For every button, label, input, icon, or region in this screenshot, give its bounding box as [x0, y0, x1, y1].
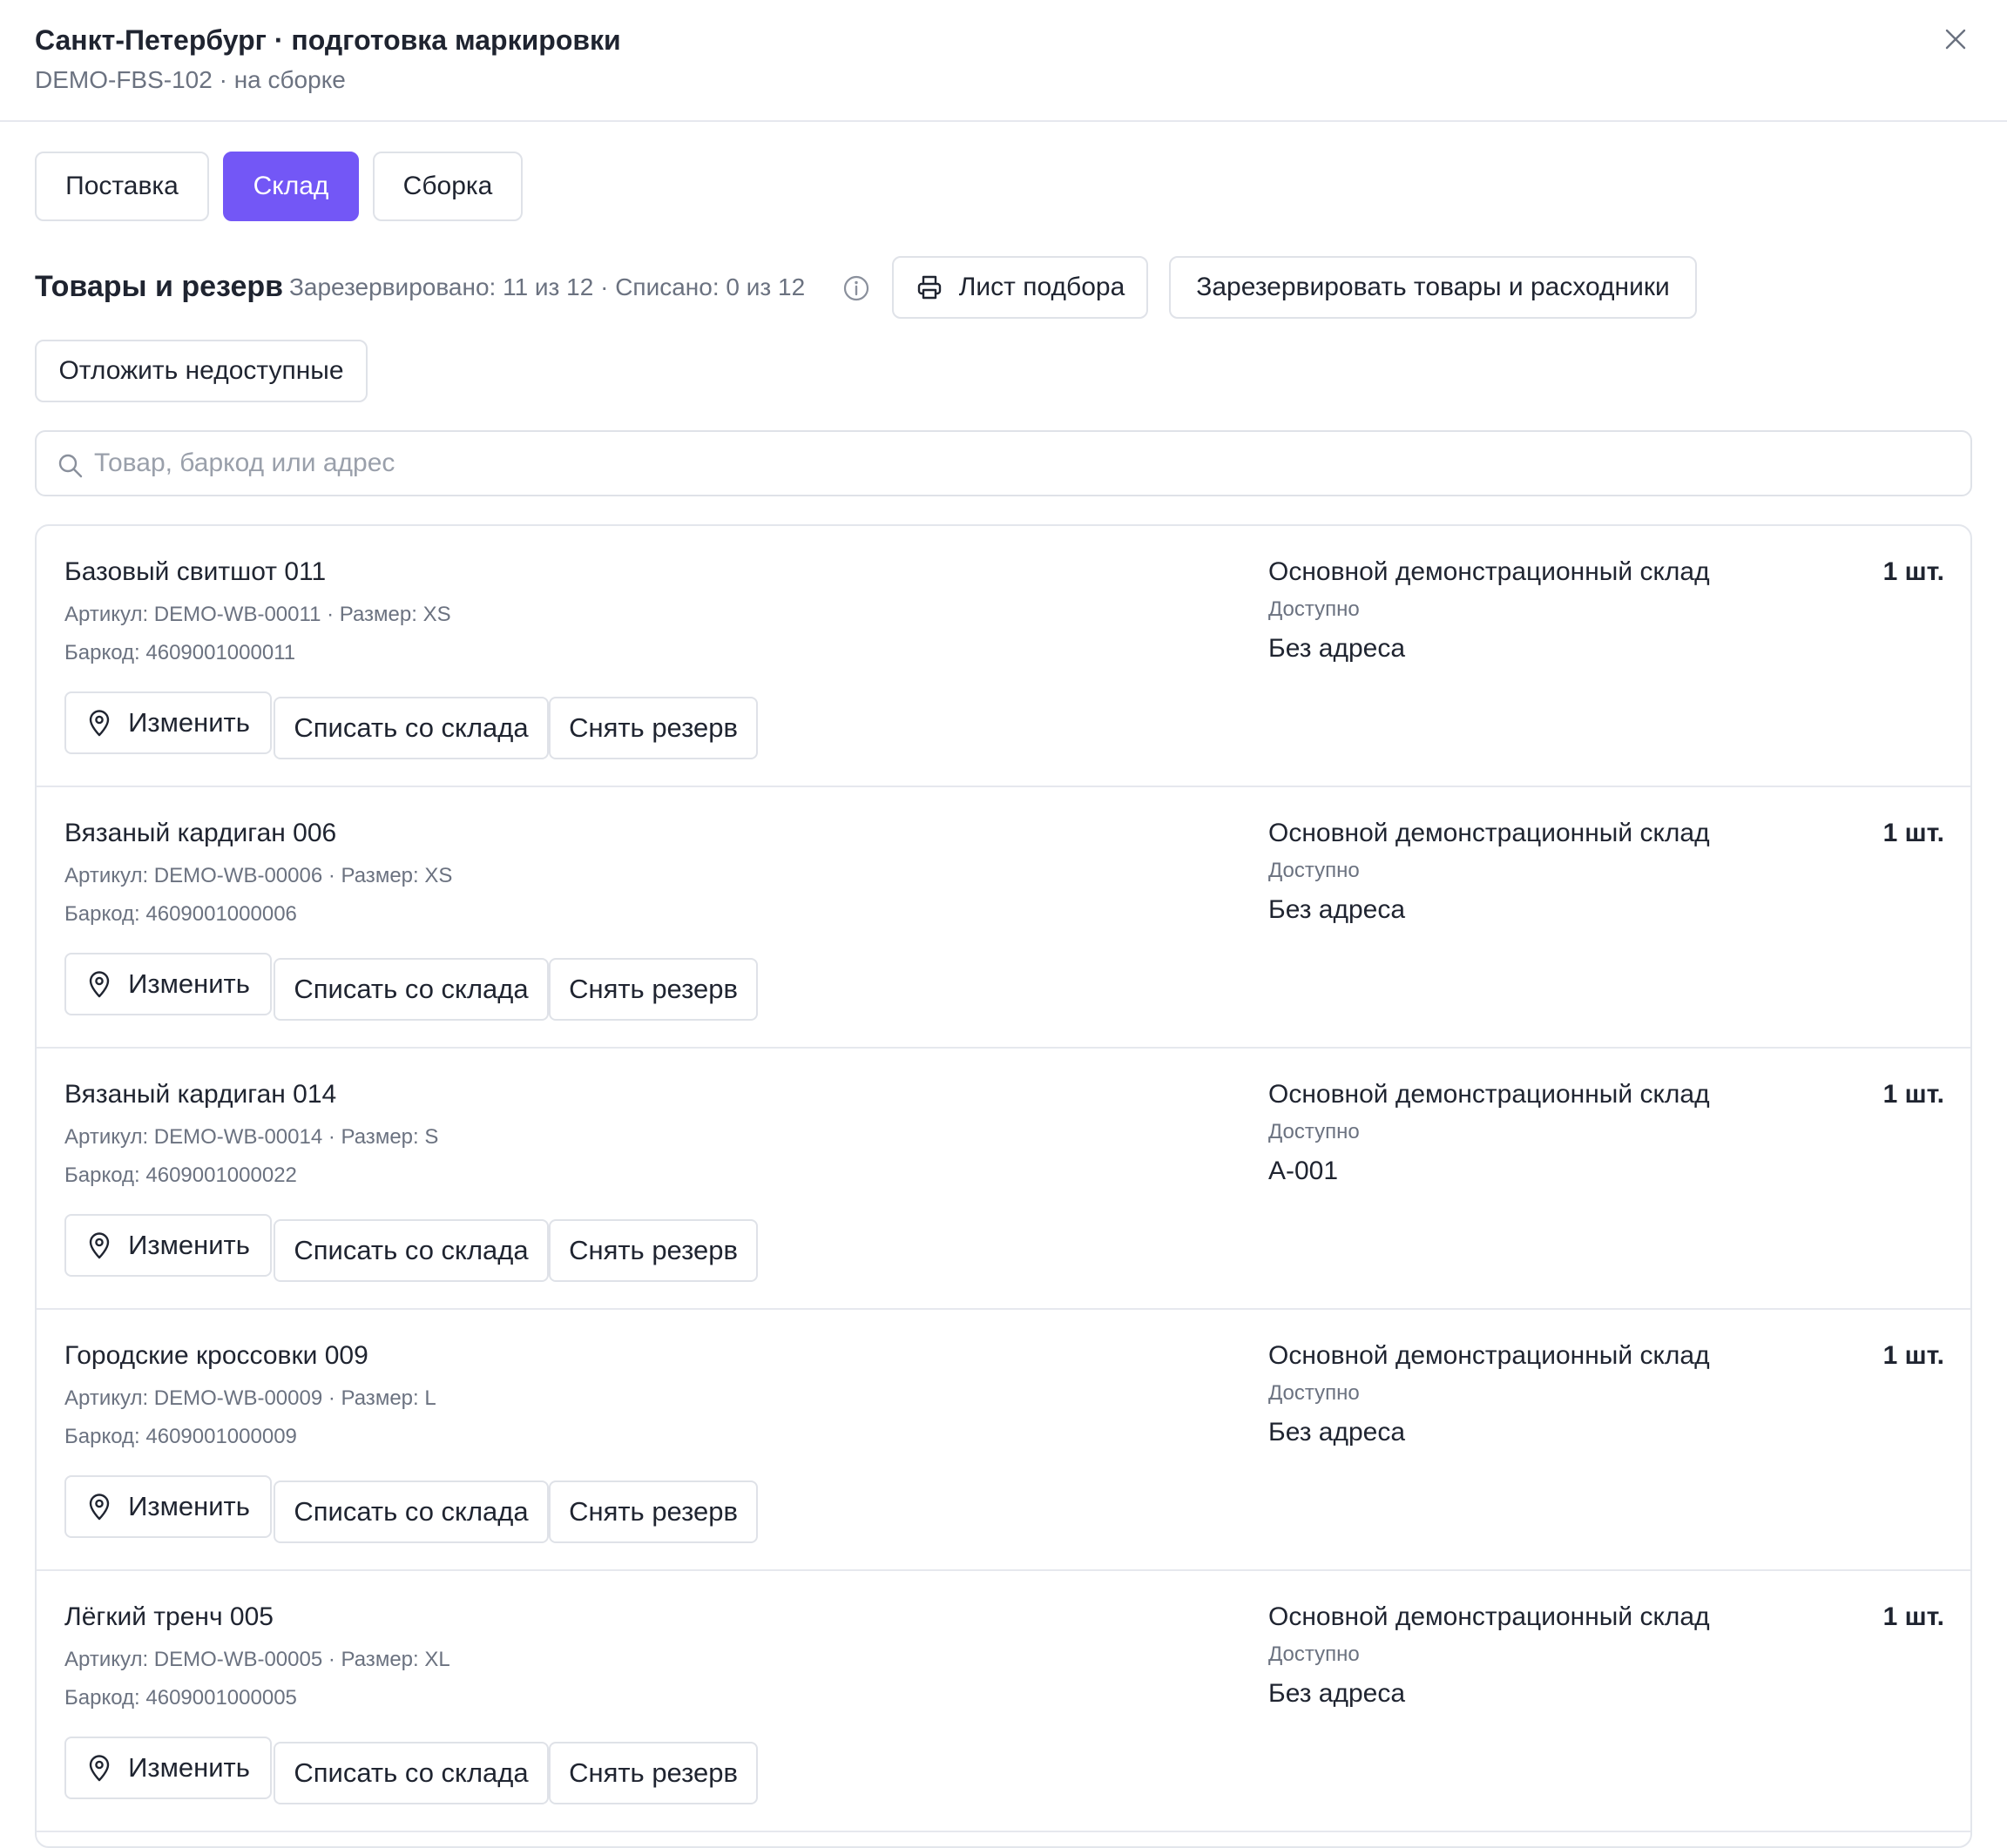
change-location-button[interactable]: Изменить [64, 1737, 272, 1799]
item-quantity: 1 шт. [1882, 1080, 1944, 1109]
item-quantity: 1 шт. [1882, 1602, 1944, 1631]
postpone-unavailable-button[interactable]: Отложить недоступные [35, 340, 368, 402]
write-off-button[interactable]: Списать со склада [274, 1742, 549, 1804]
change-location-button[interactable]: Изменить [64, 1475, 272, 1538]
availability-status: Доступно [1268, 859, 1360, 882]
change-location-button[interactable]: Изменить [64, 953, 272, 1015]
storage-address: Без адреса [1268, 1418, 1406, 1447]
item-name: Базовый свитшот 011 [64, 557, 327, 586]
map-pin-icon [89, 1755, 110, 1782]
storage-address: Без адреса [1268, 1679, 1406, 1708]
item-barcode: Баркод: 4609001000022 [64, 1163, 297, 1187]
item-barcode: Баркод: 4609001000005 [64, 1686, 297, 1710]
item-quantity: 1 шт. [1882, 819, 1944, 847]
search-input[interactable] [94, 432, 1923, 495]
item-article-size: Артикул: DEMO-WB-00011 · Размер: XS [64, 603, 451, 626]
warehouse-name: Основной демонстрационный склад [1268, 1080, 1710, 1109]
reserve-button[interactable]: Зарезервировать товары и расходники [1169, 256, 1697, 319]
pick-list-button[interactable]: Лист подбора [892, 256, 1148, 319]
change-label: Изменить [128, 1230, 250, 1260]
section-title: Товары и резерв [35, 270, 284, 303]
item-quantity: 1 шт. [1882, 1341, 1944, 1370]
change-location-button[interactable]: Изменить [64, 691, 272, 754]
list-item: Вязаный кардиган 006 Артикул: DEMO-WB-00… [37, 787, 1970, 1049]
printer-icon [917, 275, 941, 300]
warehouse-name: Основной демонстрационный склад [1268, 1602, 1710, 1631]
map-pin-icon [89, 710, 110, 737]
items-list: Базовый свитшот 011 Артикул: DEMO-WB-000… [35, 524, 1972, 1848]
close-button[interactable] [1939, 23, 1972, 56]
map-pin-icon [89, 1232, 110, 1259]
availability-status: Доступно [1268, 1120, 1360, 1143]
change-label: Изменить [128, 968, 250, 999]
write-off-button[interactable]: Списать со склада [274, 1480, 549, 1543]
item-quantity: 1 шт. [1882, 557, 1944, 586]
tab-supply[interactable]: Поставка [35, 152, 209, 221]
storage-address: Без адреса [1268, 634, 1406, 663]
tab-assembly[interactable]: Сборка [373, 152, 523, 221]
reserve-stats: Зарезервировано: 11 из 12 · Списано: 0 и… [289, 273, 806, 300]
availability-status: Доступно [1268, 1642, 1360, 1666]
availability-status: Доступно [1268, 1381, 1360, 1405]
item-name: Лёгкий тренч 005 [64, 1602, 274, 1631]
write-off-button[interactable]: Списать со склада [274, 1219, 549, 1282]
item-article-size: Артикул: DEMO-WB-00009 · Размер: L [64, 1386, 436, 1410]
item-article-size: Артикул: DEMO-WB-00005 · Размер: XL [64, 1648, 450, 1671]
unreserve-button[interactable]: Снять резерв [549, 1742, 758, 1804]
map-pin-icon [89, 1494, 110, 1521]
change-location-button[interactable]: Изменить [64, 1214, 272, 1277]
search-icon [58, 454, 83, 478]
write-off-button[interactable]: Списать со склада [274, 697, 549, 759]
unreserve-button[interactable]: Снять резерв [549, 697, 758, 759]
item-barcode: Баркод: 4609001000006 [64, 902, 297, 926]
list-item: Лёгкий тренч 005 Артикул: DEMO-WB-00005 … [37, 1571, 1970, 1832]
write-off-button[interactable]: Списать со склада [274, 958, 549, 1021]
list-item: Базовый свитшот 011 Артикул: DEMO-WB-000… [37, 526, 1970, 787]
modal-header: Санкт-Петербург · подготовка маркировки … [0, 0, 2007, 122]
info-icon[interactable] [841, 273, 871, 303]
item-barcode: Баркод: 4609001000009 [64, 1425, 297, 1448]
change-label: Изменить [128, 1752, 250, 1783]
item-name: Вязаный кардиган 014 [64, 1080, 337, 1109]
item-barcode: Баркод: 4609001000011 [64, 641, 296, 664]
availability-status: Доступно [1268, 597, 1360, 621]
storage-address: Без адреса [1268, 895, 1406, 924]
unreserve-button[interactable]: Снять резерв [549, 1480, 758, 1543]
storage-address: A-001 [1268, 1157, 1339, 1185]
change-label: Изменить [128, 1491, 250, 1521]
warehouse-name: Основной демонстрационный склад [1268, 819, 1710, 847]
change-label: Изменить [128, 707, 250, 738]
map-pin-icon [89, 971, 110, 998]
modal-title: Санкт-Петербург · подготовка маркировки [35, 24, 621, 56]
item-name: Вязаный кардиган 006 [64, 819, 337, 847]
pick-list-label: Лист подбора [958, 273, 1125, 301]
warehouse-name: Основной демонстрационный склад [1268, 1341, 1710, 1370]
item-article-size: Артикул: DEMO-WB-00006 · Размер: XS [64, 864, 453, 887]
item-article-size: Артикул: DEMO-WB-00014 · Размер: S [64, 1125, 439, 1149]
modal-subtitle: DEMO-FBS-102 · на сборке [35, 66, 346, 93]
tab-warehouse[interactable]: Склад [223, 152, 359, 221]
unreserve-button[interactable]: Снять резерв [549, 1219, 758, 1282]
item-name: Городские кроссовки 009 [64, 1341, 368, 1370]
search-field[interactable] [35, 430, 1972, 496]
close-icon [1945, 29, 1966, 50]
unreserve-button[interactable]: Снять резерв [549, 958, 758, 1021]
list-item: Городские кроссовки 009 Артикул: DEMO-WB… [37, 1310, 1970, 1571]
warehouse-name: Основной демонстрационный склад [1268, 557, 1710, 586]
list-item: Вязаный кардиган 014 Артикул: DEMO-WB-00… [37, 1049, 1970, 1310]
